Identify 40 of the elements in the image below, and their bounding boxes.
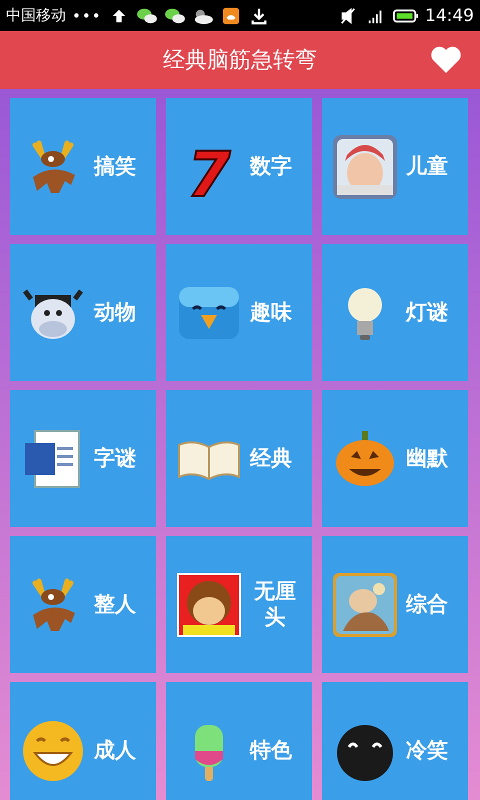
heart-icon[interactable] bbox=[430, 46, 462, 74]
category-label: 动物 bbox=[94, 298, 137, 326]
smiley-icon bbox=[21, 718, 85, 782]
category-tile[interactable]: 无厘头 bbox=[166, 536, 312, 673]
category-label: 幽默 bbox=[406, 444, 449, 472]
category-tile[interactable]: 7 数字 bbox=[166, 98, 312, 235]
app-title: 经典脑筋急转弯 bbox=[163, 47, 317, 75]
category-tile[interactable]: 灯谜 bbox=[322, 244, 468, 381]
category-tile[interactable]: 成人 bbox=[10, 682, 156, 800]
category-label: 数字 bbox=[250, 152, 293, 180]
category-tile[interactable]: 动物 bbox=[10, 244, 156, 381]
category-tile[interactable]: 儿童 bbox=[322, 98, 468, 235]
category-tile[interactable]: 经典 bbox=[166, 390, 312, 527]
battery-icon bbox=[393, 8, 419, 24]
category-label: 冷笑 bbox=[406, 736, 449, 764]
category-tile[interactable]: 搞笑 bbox=[10, 98, 156, 235]
category-tile[interactable]: 综合 bbox=[322, 536, 468, 673]
category-label: 综合 bbox=[406, 590, 449, 618]
notification-dots: ••• bbox=[72, 6, 102, 24]
chat-icon bbox=[164, 6, 186, 24]
category-tile[interactable]: 字谜 bbox=[10, 390, 156, 527]
seven-glyph-icon: 7 bbox=[187, 144, 231, 206]
clock-time: 14:49 bbox=[425, 6, 474, 26]
category-tile[interactable]: 整人 bbox=[10, 536, 156, 673]
carrier-name: 中国移动 bbox=[6, 6, 66, 25]
category-tile[interactable]: 特色 bbox=[166, 682, 312, 800]
category-label: 整人 bbox=[94, 590, 137, 618]
category-label: 字谜 bbox=[94, 444, 137, 472]
category-label: 灯谜 bbox=[406, 298, 449, 326]
category-label: 儿童 bbox=[406, 152, 449, 180]
category-label: 搞笑 bbox=[94, 152, 137, 180]
category-label: 特色 bbox=[250, 736, 293, 764]
category-label: 成人 bbox=[94, 736, 137, 764]
category-label: 趣味 bbox=[250, 298, 293, 326]
category-tile[interactable]: 冷笑 bbox=[322, 682, 468, 800]
category-label: 经典 bbox=[250, 444, 293, 472]
category-label: 无厘头 bbox=[252, 578, 297, 630]
chat-icon bbox=[136, 6, 158, 24]
category-tile[interactable]: 幽默 bbox=[322, 390, 468, 527]
category-tile[interactable]: 趣味 bbox=[166, 244, 312, 381]
